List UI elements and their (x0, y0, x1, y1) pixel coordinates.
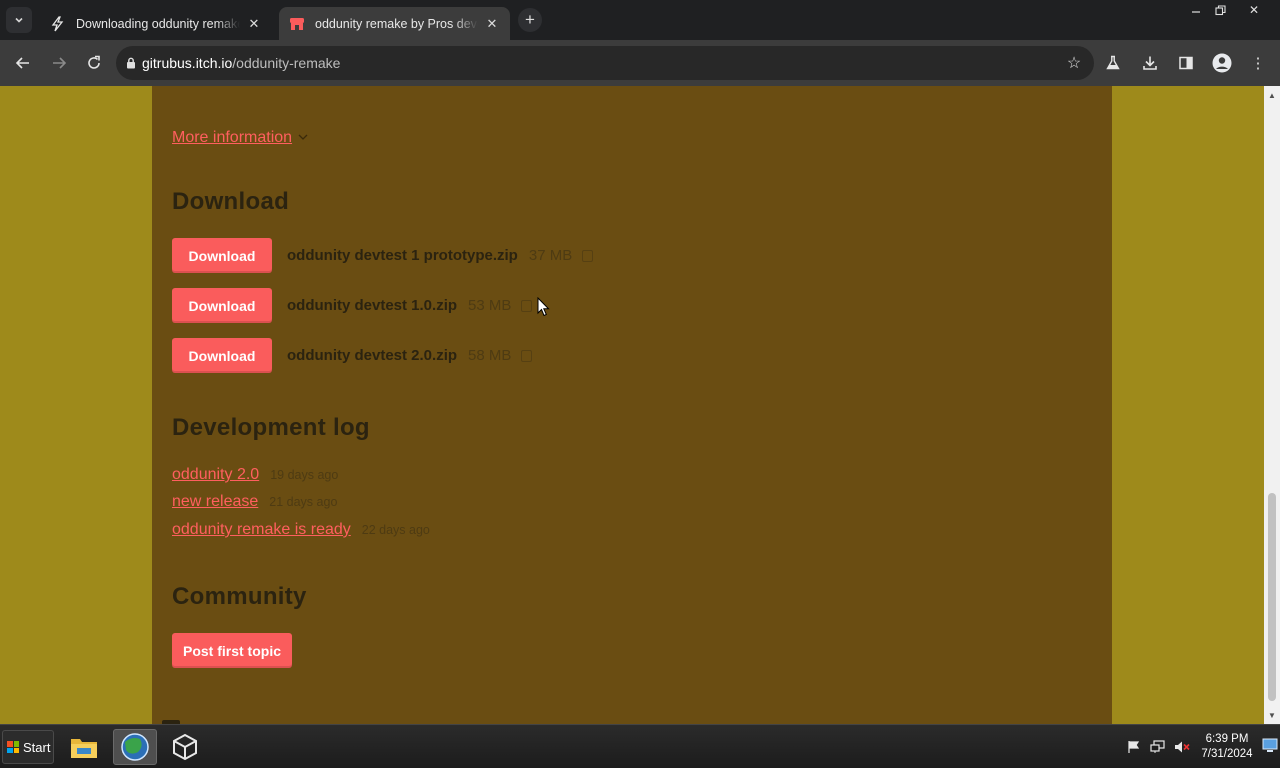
close-icon[interactable]: ✕ (484, 16, 500, 32)
devlog-item: oddunity remake is ready 22 days ago (172, 521, 430, 539)
bolt-icon (50, 15, 66, 32)
devlog-link[interactable]: oddunity 2.0 (172, 466, 259, 484)
new-tab-button[interactable]: + (518, 8, 542, 32)
browser-menu-button[interactable]: ⋮ (1243, 48, 1273, 78)
devlog-item: new release 21 days ago (172, 493, 337, 511)
development-log-heading: Development log (172, 414, 370, 441)
scroll-up-arrow-icon[interactable]: ▲ (1264, 87, 1280, 103)
itchio-icon (289, 16, 305, 32)
page-scrollbar[interactable]: ▲ ▼ (1264, 86, 1280, 724)
file-name: oddunity devtest 1 prototype.zip (287, 247, 518, 264)
close-icon[interactable]: ✕ (246, 16, 262, 32)
game-page-column: More information Download Download oddun… (152, 86, 1112, 724)
side-panel-icon (1179, 56, 1193, 70)
file-size: 37 MB (528, 247, 573, 264)
folder-icon (71, 739, 97, 758)
network-icon[interactable] (1150, 739, 1166, 755)
desktop-icon (1262, 738, 1278, 752)
bookmark-button[interactable]: ☆ (1064, 53, 1084, 73)
scroll-down-arrow-icon[interactable]: ▼ (1264, 707, 1280, 723)
clock-date: 7/31/2024 (1201, 748, 1253, 760)
file-size: 53 MB (468, 297, 512, 314)
labs-button[interactable] (1098, 48, 1128, 78)
devlog-date: 19 days ago (270, 468, 339, 482)
arrow-right-icon (53, 57, 67, 69)
start-button[interactable]: Start (2, 730, 54, 764)
taskbar: Start 6:39 PM 7/31/2024 (0, 724, 1280, 768)
minimize-button[interactable] (1183, 0, 1209, 20)
address-bar[interactable]: gitrubus.itch.io/oddunity-remake ☆ (116, 46, 1094, 80)
file-name: oddunity devtest 2.0.zip (287, 347, 458, 364)
volume-muted-icon[interactable] (1174, 739, 1190, 755)
taskbar-chrome[interactable] (113, 729, 157, 765)
file-info-icon[interactable] (521, 299, 533, 312)
reload-icon (88, 55, 100, 69)
devlog-link[interactable]: oddunity remake is ready (172, 521, 351, 539)
file-name: oddunity devtest 1.0.zip (287, 297, 458, 314)
download-button[interactable]: Download (172, 238, 272, 273)
post-first-topic-button[interactable]: Post first topic (172, 633, 292, 668)
download-row: Download oddunity devtest 2.0.zip 58 MB (172, 338, 533, 373)
restore-button[interactable] (1207, 0, 1233, 20)
url-path: /oddunity-remake (232, 55, 341, 71)
devlog-date: 21 days ago (269, 495, 338, 509)
page-viewport: More information Download Download oddun… (0, 86, 1264, 724)
plus-icon: + (525, 10, 535, 29)
file-info-icon[interactable] (521, 349, 533, 362)
profile-button[interactable] (1207, 48, 1237, 78)
browser-icon (121, 733, 149, 761)
minimize-icon (1192, 11, 1200, 13)
download-button[interactable]: Download (172, 288, 272, 323)
tab-title: oddunity remake by Pros developer (315, 16, 478, 31)
chevron-down-icon (15, 17, 23, 23)
show-desktop-button[interactable] (1262, 737, 1278, 755)
clock-time: 6:39 PM (1205, 733, 1249, 745)
url-host: gitrubus.itch.io (142, 55, 233, 71)
star-icon: ☆ (1066, 55, 1082, 72)
file-info-icon[interactable] (582, 249, 594, 262)
restore-icon (1214, 4, 1226, 15)
download-icon (1143, 56, 1157, 70)
forward-button[interactable] (44, 48, 74, 78)
browser-tab-strip: Downloading oddunity remake ✕ oddunity r… (0, 0, 1280, 40)
file-size: 58 MB (468, 347, 512, 364)
cube-icon (173, 733, 197, 761)
back-button[interactable] (8, 48, 38, 78)
arrow-left-icon (15, 57, 29, 69)
download-row: Download oddunity devtest 1 prototype.zi… (172, 238, 594, 273)
community-heading: Community (172, 583, 307, 610)
mouse-cursor-icon (537, 297, 550, 317)
lock-icon (127, 57, 135, 69)
devlog-date: 22 days ago (361, 523, 430, 537)
downloads-button[interactable] (1135, 48, 1165, 78)
devlog-link[interactable]: new release (172, 493, 258, 511)
windows-logo-icon (7, 741, 19, 753)
taskbar-file-explorer[interactable] (62, 729, 106, 765)
devlog-item: oddunity 2.0 19 days ago (172, 466, 338, 484)
reload-button[interactable] (79, 48, 109, 78)
tab-title: Downloading oddunity remake (76, 16, 240, 31)
more-vert-icon: ⋮ (1250, 55, 1266, 72)
download-row: Download oddunity devtest 1.0.zip 53 MB (172, 288, 533, 323)
tab-downloading[interactable]: Downloading oddunity remake ✕ (40, 7, 272, 40)
close-window-button[interactable]: ✕ (1241, 0, 1267, 20)
taskbar-app-cube[interactable] (163, 729, 207, 765)
close-icon: ✕ (1248, 3, 1260, 17)
side-panel-button[interactable] (1171, 48, 1201, 78)
more-information-link[interactable]: More information (172, 129, 292, 147)
tab-search-button[interactable] (6, 7, 32, 33)
flask-icon (1106, 55, 1120, 70)
download-button[interactable]: Download (172, 338, 272, 373)
scroll-thumb[interactable] (1268, 493, 1276, 701)
start-label: Start (23, 739, 51, 755)
download-heading: Download (172, 188, 290, 215)
taskbar-clock[interactable]: 6:39 PM 7/31/2024 (1196, 732, 1258, 762)
tab-oddunity-remake[interactable]: oddunity remake by Pros developer ✕ (279, 7, 510, 40)
avatar-icon (1212, 53, 1232, 73)
chevron-down-icon (298, 130, 308, 144)
url-text: gitrubus.itch.io/oddunity-remake (142, 55, 340, 71)
browser-toolbar: gitrubus.itch.io/oddunity-remake ☆ ⋮ (0, 40, 1280, 86)
action-center-flag-icon[interactable] (1126, 739, 1142, 755)
